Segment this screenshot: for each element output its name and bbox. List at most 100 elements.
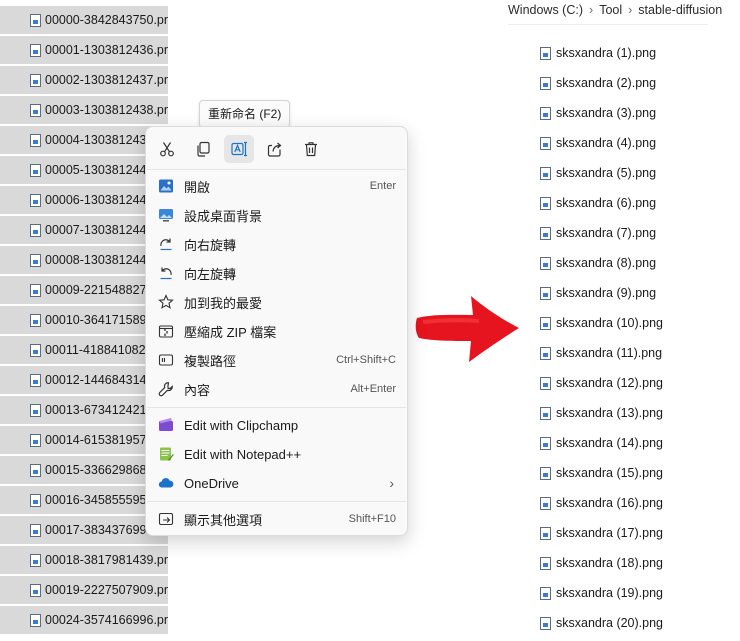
image-file-icon (540, 556, 551, 570)
file-row[interactable]: 00017-3834376999. (0, 516, 168, 544)
file-row[interactable]: 00009-2215488272. (0, 276, 168, 304)
file-row[interactable]: sksxandra (3).png (540, 98, 663, 128)
file-name: sksxandra (14).png (556, 436, 664, 450)
file-row[interactable]: sksxandra (15).png (540, 458, 663, 488)
file-row[interactable]: 00013-673412421.p (0, 396, 168, 424)
image-file-icon (540, 436, 551, 450)
file-row[interactable]: sksxandra (4).png (540, 128, 663, 158)
menu-item-more-options[interactable]: 顯示其他選項 Shift+F10 (152, 505, 402, 533)
file-row[interactable]: sksxandra (12).png (540, 368, 663, 398)
file-row[interactable]: 00015-3366298681. (0, 456, 168, 484)
menu-item-set-wallpaper[interactable]: 設成桌面背景 (152, 201, 402, 229)
file-row[interactable]: sksxandra (16).png (540, 488, 663, 518)
file-name: sksxandra (1).png (556, 46, 657, 60)
file-row[interactable]: 00011-4188410821. (0, 336, 168, 364)
menu-item-properties[interactable]: 內容 Alt+Enter (152, 375, 402, 403)
file-row[interactable]: sksxandra (1).png (540, 38, 663, 68)
file-row[interactable]: sksxandra (10).png (540, 308, 663, 338)
cut-button[interactable] (152, 135, 182, 163)
file-row[interactable]: 00004-1303812439. (0, 126, 168, 154)
delete-button[interactable] (296, 135, 326, 163)
file-row[interactable]: 00012-1446843148. (0, 366, 168, 394)
menu-item-copy-path[interactable]: 複製路徑 Ctrl+Shift+C (152, 346, 402, 374)
file-row[interactable]: sksxandra (18).png (540, 548, 663, 578)
file-row[interactable]: sksxandra (6).png (540, 188, 663, 218)
file-row[interactable]: 00007-1303812442. (0, 216, 168, 244)
share-icon (267, 142, 282, 157)
file-name: 00004-1303812439. (45, 133, 157, 147)
file-row[interactable]: 00024-3574166996.png (0, 606, 168, 634)
file-row[interactable]: 00000-3842843750.png (0, 6, 168, 34)
share-button[interactable] (260, 135, 290, 163)
file-name: sksxandra (7).png (556, 226, 657, 240)
file-row[interactable]: 00019-2227507909.png (0, 576, 168, 604)
file-name: sksxandra (8).png (556, 256, 657, 270)
file-row[interactable]: sksxandra (17).png (540, 518, 663, 548)
file-name: 00009-2215488272. (45, 283, 157, 297)
file-row[interactable]: sksxandra (7).png (540, 218, 663, 248)
image-file-icon (30, 133, 41, 147)
trash-icon (305, 142, 317, 157)
rename-button[interactable] (224, 135, 254, 163)
file-row[interactable]: 00018-3817981439.png (0, 546, 168, 574)
menu-item-edit-clipchamp[interactable]: Edit with Clipchamp (152, 411, 402, 439)
file-name: sksxandra (3).png (556, 106, 657, 120)
menu-item-compress-zip[interactable]: 壓縮成 ZIP 檔案 (152, 317, 402, 345)
scissors-icon (160, 142, 174, 157)
file-row[interactable]: 00001-1303812436.png (0, 36, 168, 64)
star-icon (158, 294, 174, 310)
file-name: sksxandra (6).png (556, 196, 657, 210)
menu-item-rotate-right[interactable]: 向右旋轉 (152, 230, 402, 258)
image-file-icon (540, 526, 551, 540)
divider (508, 24, 708, 25)
file-row[interactable]: 00014-615381957.p (0, 426, 168, 454)
breadcrumb: Windows (C:) › Tool › stable-diffusion (508, 3, 722, 17)
file-name: 00000-3842843750.png (45, 13, 168, 27)
rename-tooltip: 重新命名 (F2) (199, 100, 291, 128)
file-row[interactable]: 00002-1303812437.png (0, 66, 168, 94)
image-file-icon (30, 433, 41, 447)
breadcrumb-item-stable-diffusion[interactable]: stable-diffusion (638, 3, 722, 17)
notepad-icon (158, 446, 174, 462)
zip-icon (158, 323, 174, 339)
file-row[interactable]: 00010-3641715898. (0, 306, 168, 334)
file-row[interactable]: 00005-1303812440. (0, 156, 168, 184)
menu-item-onedrive[interactable]: OneDrive › (152, 469, 402, 497)
file-name: 00005-1303812440. (45, 163, 157, 177)
file-name: sksxandra (12).png (556, 376, 664, 390)
file-row[interactable]: sksxandra (14).png (540, 428, 663, 458)
breadcrumb-item-drive[interactable]: Windows (C:) (508, 3, 583, 17)
image-file-icon (540, 106, 551, 120)
image-file-icon (540, 76, 551, 90)
file-name: sksxandra (9).png (556, 286, 657, 300)
file-row[interactable]: sksxandra (5).png (540, 158, 663, 188)
image-file-icon (30, 613, 41, 627)
file-row[interactable]: sksxandra (13).png (540, 398, 663, 428)
menu-item-rotate-left[interactable]: 向左旋轉 (152, 259, 402, 287)
file-row[interactable]: sksxandra (2).png (540, 68, 663, 98)
copy-button[interactable] (188, 135, 218, 163)
file-row[interactable]: 00008-1303812443. (0, 246, 168, 274)
file-row[interactable]: sksxandra (19).png (540, 578, 663, 608)
file-row[interactable]: sksxandra (9).png (540, 278, 663, 308)
file-name: 00011-4188410821. (45, 343, 156, 357)
file-row[interactable]: 00003-1303812438.png (0, 96, 168, 124)
image-file-icon (540, 286, 551, 300)
chevron-right-icon: › (389, 475, 394, 491)
image-file-icon (540, 406, 551, 420)
menu-item-add-favorites[interactable]: 加到我的最愛 (152, 288, 402, 316)
copy-icon (197, 141, 210, 157)
file-row[interactable]: 00016-3458555952. (0, 486, 168, 514)
file-row[interactable]: sksxandra (20).png (540, 608, 663, 638)
menu-item-open[interactable]: 開啟 Enter (152, 172, 402, 200)
file-name: sksxandra (4).png (556, 136, 657, 150)
image-file-icon (30, 163, 41, 177)
image-file-icon (540, 496, 551, 510)
rotate-right-icon (158, 236, 174, 252)
file-row[interactable]: 00006-1303812441. (0, 186, 168, 214)
selected-file-list: 00000-3842843750.png 00001-1303812436.png… (0, 6, 168, 636)
file-row[interactable]: sksxandra (11).png (540, 338, 663, 368)
menu-item-edit-notepad[interactable]: Edit with Notepad++ (152, 440, 402, 468)
breadcrumb-item-tool[interactable]: Tool (599, 3, 622, 17)
file-row[interactable]: sksxandra (8).png (540, 248, 663, 278)
